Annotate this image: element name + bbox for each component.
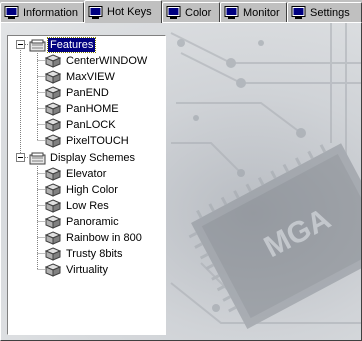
tree-item-label: Rainbow in 800 — [66, 232, 142, 244]
tree-item-label: PanHOME — [66, 103, 119, 115]
cube-icon — [45, 86, 61, 100]
monitor-icon — [224, 6, 239, 19]
tree-item-panoramic[interactable]: Panoramic — [45, 214, 121, 230]
tab-strip: Information Hot Keys Color Monitor Setti… — [0, 0, 362, 23]
tree-item-rainbow-in-800[interactable]: Rainbow in 800 — [45, 230, 144, 246]
cube-icon — [45, 134, 61, 148]
cube-icon — [45, 102, 61, 116]
tree-item-maxview[interactable]: MaxVIEW — [45, 69, 117, 85]
tree-item-label: CenterWINDOW — [66, 55, 148, 67]
tree-node-display-schemes[interactable]: Display Schemes — [29, 150, 137, 166]
tab-settings[interactable]: Settings — [287, 2, 362, 22]
tab-hot-keys-label: Hot Keys — [107, 6, 152, 18]
tree-item-panlock[interactable]: PanLOCK — [45, 117, 118, 133]
tree-item-centerwindow[interactable]: CenterWINDOW — [45, 53, 149, 69]
cube-icon — [45, 199, 61, 213]
tree-item-trusty-8bits[interactable]: Trusty 8bits — [45, 246, 124, 262]
tab-information-label: Information — [23, 6, 79, 19]
tree-node-features-label: Features — [46, 37, 97, 53]
tree-item-label: High Color — [66, 184, 118, 196]
tree-item-virtuality[interactable]: Virtuality — [45, 262, 110, 278]
tree-item-label: PanEND — [66, 87, 109, 99]
collapse-features-toggle[interactable] — [16, 40, 25, 49]
tree-item-label: PanLOCK — [66, 119, 116, 131]
tree-item-label: Trusty 8bits — [66, 248, 123, 260]
tree-node-display-schemes-label: Display Schemes — [50, 152, 135, 164]
tree-item-label: Elevator — [66, 168, 107, 180]
tree-item-label: PixelTOUCH — [66, 135, 129, 147]
monitor-icon — [88, 5, 103, 19]
collapse-display-schemes-toggle[interactable] — [16, 153, 25, 162]
monitor-icon — [4, 6, 19, 19]
tree-item-low-res[interactable]: Low Res — [45, 198, 111, 214]
tree-item-label: Low Res — [66, 200, 109, 212]
cube-icon — [45, 54, 61, 68]
folder-icon — [29, 152, 46, 164]
cube-icon — [45, 70, 61, 84]
tree-item-high-color[interactable]: High Color — [45, 182, 120, 198]
cube-icon — [45, 263, 61, 277]
monitor-icon — [166, 6, 181, 19]
tab-information[interactable]: Information — [0, 2, 84, 22]
hot-keys-panel: MGA Features CenterWINDOW MaxVIEW PanEND… — [0, 22, 362, 341]
tree-item-panend[interactable]: PanEND — [45, 85, 111, 101]
tree-item-label: MaxVIEW — [66, 71, 115, 83]
tab-color[interactable]: Color — [162, 2, 220, 22]
folder-icon — [29, 39, 46, 51]
tab-monitor-label: Monitor — [243, 6, 280, 19]
hot-keys-tree[interactable]: Features CenterWINDOW MaxVIEW PanEND Pan… — [7, 35, 166, 335]
cube-icon — [45, 231, 61, 245]
tree-item-label: Virtuality — [66, 264, 108, 276]
tree-item-panhome[interactable]: PanHOME — [45, 101, 121, 117]
cube-icon — [45, 215, 61, 229]
tree-item-label: Panoramic — [66, 216, 119, 228]
tab-hot-keys[interactable]: Hot Keys — [84, 0, 162, 23]
monitor-icon — [291, 6, 306, 19]
tab-color-label: Color — [185, 6, 212, 19]
tree-item-elevator[interactable]: Elevator — [45, 166, 108, 182]
tree-node-features[interactable]: Features — [29, 37, 97, 53]
tree-item-pixeltouch[interactable]: PixelTOUCH — [45, 133, 131, 149]
cube-icon — [45, 118, 61, 132]
tab-monitor[interactable]: Monitor — [220, 2, 287, 22]
cube-icon — [45, 183, 61, 197]
tab-settings-label: Settings — [310, 6, 350, 19]
cube-icon — [45, 247, 61, 261]
cube-icon — [45, 167, 61, 181]
